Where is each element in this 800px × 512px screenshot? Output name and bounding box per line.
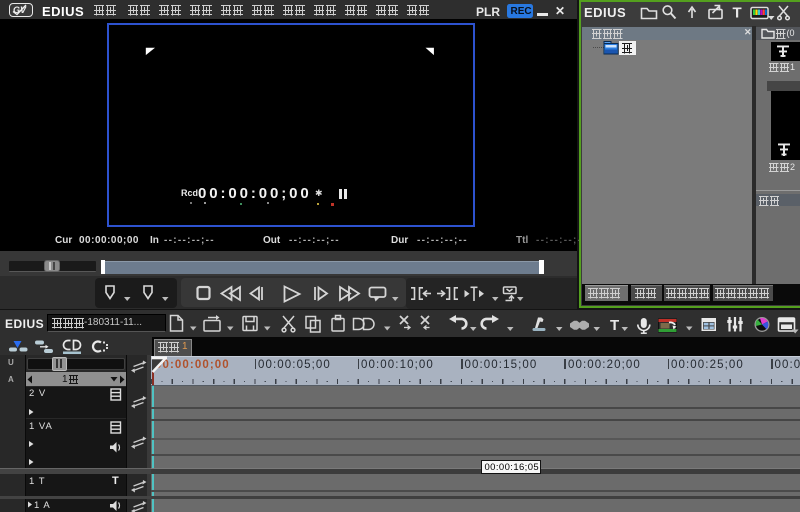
svg-text:T: T	[733, 5, 742, 22]
svg-text:T: T	[610, 317, 619, 334]
